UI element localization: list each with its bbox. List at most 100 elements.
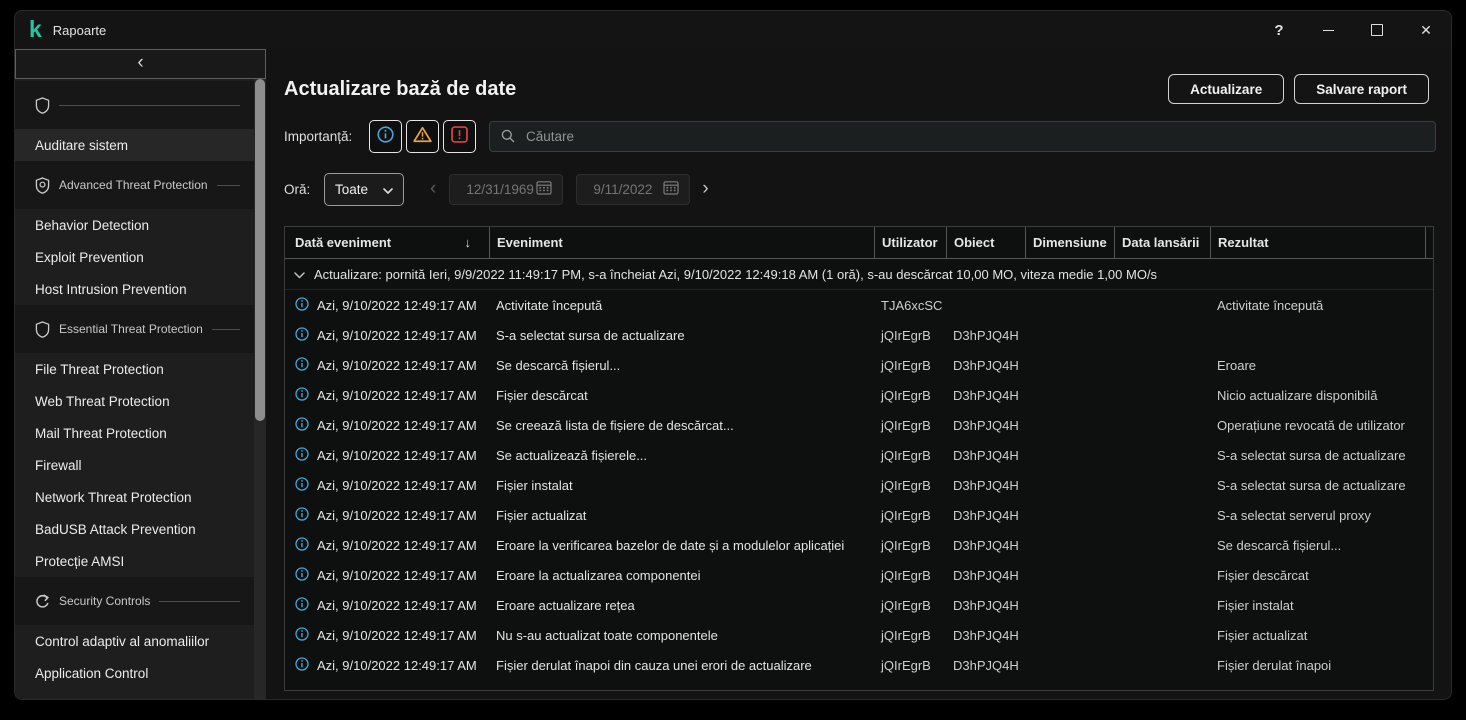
help-button[interactable]: ? [1271, 22, 1287, 38]
sidebar: ‹ Auditare sistemAdvanced Threat Protect… [15, 49, 266, 699]
scrollbar-thumb[interactable] [255, 79, 265, 421]
update-button[interactable]: Actualizare [1168, 74, 1284, 104]
event-row[interactable]: Azi, 9/10/2022 12:49:17 AMFișier derulat… [285, 650, 1433, 680]
shield-icon [35, 97, 50, 114]
event-row[interactable]: Azi, 9/10/2022 12:49:17 AMS-a selectat s… [285, 320, 1433, 350]
sidebar-item-network-threat-protection[interactable]: Network Threat Protection [15, 481, 254, 513]
sidebar-collapse-button[interactable]: ‹ [15, 49, 266, 79]
size-cell [1025, 410, 1114, 440]
result-cell: S-a selectat serverul proxy [1210, 500, 1425, 530]
next-period-button[interactable]: › [702, 179, 708, 198]
sidebar-item-host-intrusion-prevention[interactable]: Host Intrusion Prevention [15, 273, 254, 305]
sidebar-item-web-threat-protection[interactable]: Web Threat Protection [15, 385, 254, 417]
object-cell: D3hPJQ4H [946, 470, 1025, 500]
event-row[interactable]: Azi, 9/10/2022 12:49:17 AMSe actualizeaz… [285, 440, 1433, 470]
chevron-down-icon [383, 181, 393, 199]
event-date-cell: Azi, 9/10/2022 12:49:17 AM [285, 290, 489, 320]
column-header-dimensiune[interactable]: Dimensiune [1025, 227, 1114, 258]
importance-label: Importanță: [284, 129, 369, 144]
event-row[interactable]: Azi, 9/10/2022 12:49:17 AMFișier descărc… [285, 380, 1433, 410]
importance-info-filter[interactable] [369, 120, 402, 153]
column-header-rezultat[interactable]: Rezultat [1210, 227, 1425, 258]
search-input[interactable] [489, 121, 1436, 152]
update-group-row[interactable]: Actualizare: pornită Ieri, 9/9/2022 11:4… [285, 259, 1433, 290]
column-header-dat-eveniment[interactable]: Dată eveniment↓ [285, 227, 489, 258]
sidebar-item-auditare-sistem[interactable]: Auditare sistem [15, 129, 254, 161]
column-header-utilizator[interactable]: Utilizator [874, 227, 946, 258]
sidebar-item-application-control[interactable]: Application Control [15, 657, 254, 689]
size-cell [1025, 590, 1114, 620]
importance-filter-row: Importanță: [284, 120, 1436, 153]
time-label: Oră: [284, 182, 324, 197]
sidebar-scrollbar[interactable] [254, 79, 266, 699]
size-cell [1025, 380, 1114, 410]
sidebar-item-firewall[interactable]: Firewall [15, 449, 254, 481]
column-header-gutter [1425, 227, 1434, 258]
column-header-obiect[interactable]: Obiect [946, 227, 1025, 258]
sidebar-item-behavior-detection[interactable]: Behavior Detection [15, 209, 254, 241]
event-row[interactable]: Azi, 9/10/2022 12:49:17 AMFișier actuali… [285, 500, 1433, 530]
event-date: Azi, 9/10/2022 12:49:17 AM [317, 628, 477, 643]
date-to-field[interactable]: 9/11/2022 [576, 174, 690, 205]
event-date-cell: Azi, 9/10/2022 12:49:17 AM [285, 380, 489, 410]
titlebar: k Rapoarte ? ✕ [15, 11, 1451, 49]
sidebar-item-badusb-attack-prevention[interactable]: BadUSB Attack Prevention [15, 513, 254, 545]
event-date-cell: Azi, 9/10/2022 12:49:17 AM [285, 440, 489, 470]
date-from-field[interactable]: 12/31/1969 [449, 174, 563, 205]
previous-period-button[interactable]: ‹ [430, 179, 436, 198]
sidebar-item-control-dispozitive[interactable]: Control dispozitive [15, 689, 254, 699]
column-header-eveniment[interactable]: Eveniment [489, 227, 874, 258]
launch-date-cell [1114, 380, 1210, 410]
object-cell: D3hPJQ4H [946, 410, 1025, 440]
events-table: Dată eveniment↓EvenimentUtilizatorObiect… [284, 226, 1434, 691]
event-date: Azi, 9/10/2022 12:49:17 AM [317, 478, 477, 493]
event-date-cell: Azi, 9/10/2022 12:49:17 AM [285, 620, 489, 650]
info-icon [295, 537, 309, 554]
size-cell [1025, 500, 1114, 530]
sidebar-item-label: Host Intrusion Prevention [35, 282, 187, 297]
table-header-row: Dată eveniment↓EvenimentUtilizatorObiect… [285, 227, 1433, 259]
user-cell: jQIrEgrB [874, 560, 946, 590]
event-row[interactable]: Azi, 9/10/2022 12:49:17 AMFișier instala… [285, 470, 1433, 500]
importance-warning-filter[interactable] [406, 120, 439, 153]
event-row[interactable]: Azi, 9/10/2022 12:49:17 AMSe descarcă fi… [285, 350, 1433, 380]
close-button[interactable]: ✕ [1418, 22, 1434, 38]
info-icon [295, 417, 309, 434]
user-cell: TJA6xcSC [874, 290, 946, 320]
sidebar-item-protec-ie-amsi[interactable]: Protecție AMSI [15, 545, 254, 577]
sidebar-item-file-threat-protection[interactable]: File Threat Protection [15, 353, 254, 385]
result-cell: Nicio actualizare disponibilă [1210, 380, 1425, 410]
time-filter-row: Oră: Toate ‹ 12/31/1969 9/11/2022 › [284, 173, 709, 206]
sidebar-item-control-adaptiv-al-anomaliilor[interactable]: Control adaptiv al anomaliilor [15, 625, 254, 657]
sidebar-item-exploit-prevention[interactable]: Exploit Prevention [15, 241, 254, 273]
event-row[interactable]: Azi, 9/10/2022 12:49:17 AMActivitate înc… [285, 290, 1433, 320]
launch-date-cell [1114, 410, 1210, 440]
section-label: Security Controls [59, 594, 150, 608]
sidebar-item-mail-threat-protection[interactable]: Mail Threat Protection [15, 417, 254, 449]
column-header-data-lans-rii[interactable]: Data lansării [1114, 227, 1210, 258]
importance-error-filter[interactable] [443, 120, 476, 153]
minimize-button[interactable] [1320, 22, 1336, 38]
event-row[interactable]: Azi, 9/10/2022 12:49:17 AMEroare la actu… [285, 560, 1433, 590]
event-row[interactable]: Azi, 9/10/2022 12:49:17 AMEroare actuali… [285, 590, 1433, 620]
event-date-cell: Azi, 9/10/2022 12:49:17 AM [285, 410, 489, 440]
event-row[interactable]: Azi, 9/10/2022 12:49:17 AMSe creează lis… [285, 410, 1433, 440]
search-icon [501, 129, 515, 148]
info-icon [295, 567, 309, 584]
event-row[interactable]: Azi, 9/10/2022 12:49:17 AMEroare la veri… [285, 530, 1433, 560]
object-cell: D3hPJQ4H [946, 380, 1025, 410]
section-label: Essential Threat Protection [59, 322, 203, 336]
launch-date-cell [1114, 440, 1210, 470]
size-cell [1025, 470, 1114, 500]
time-range-dropdown[interactable]: Toate [324, 173, 404, 206]
result-cell: Fișier instalat [1210, 590, 1425, 620]
main-panel: Actualizare bază de date Actualizare Sal… [266, 49, 1451, 699]
object-cell: D3hPJQ4H [946, 620, 1025, 650]
save-report-button[interactable]: Salvare raport [1294, 74, 1429, 104]
maximize-button[interactable] [1369, 22, 1385, 38]
event-date: Azi, 9/10/2022 12:49:17 AM [317, 658, 477, 673]
event-row[interactable]: Azi, 9/10/2022 12:49:17 AMNu s-au actual… [285, 620, 1433, 650]
object-cell: D3hPJQ4H [946, 500, 1025, 530]
event-date-cell: Azi, 9/10/2022 12:49:17 AM [285, 530, 489, 560]
sidebar-item-label: Control dispozitive [35, 698, 145, 700]
